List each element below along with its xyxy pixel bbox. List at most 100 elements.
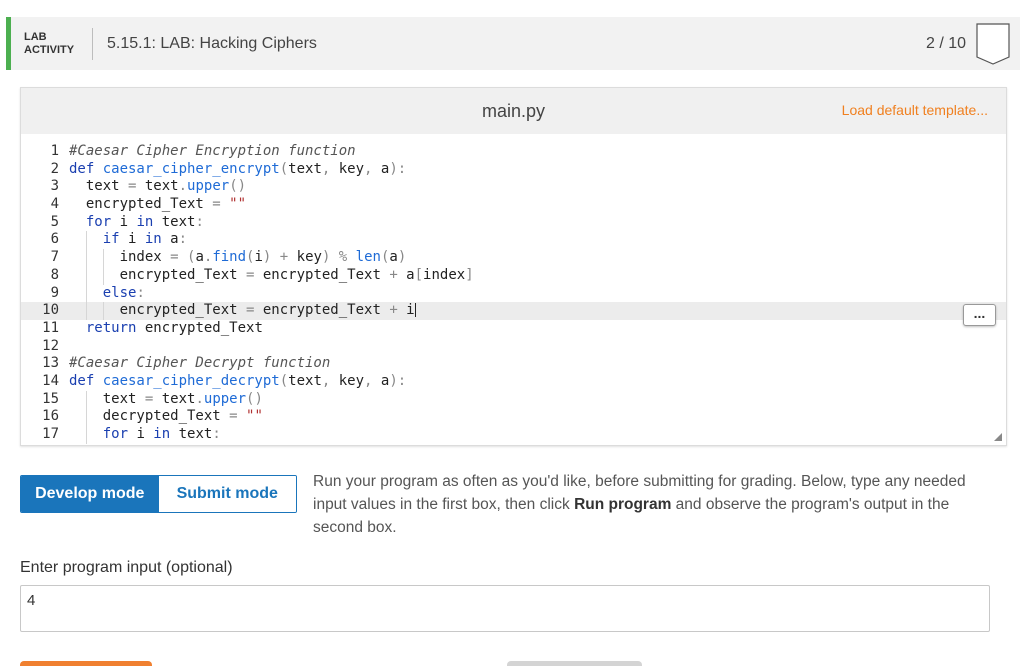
code-line[interactable]: 7 index = (a.find(i) + key) % len(a) (21, 249, 1006, 267)
code-token: for (85, 213, 120, 230)
indent-guide (85, 408, 87, 426)
indent-guide (85, 302, 87, 320)
code-token: return (85, 319, 145, 336)
code-token: . (195, 390, 204, 407)
lab-title: 5.15.1: LAB: Hacking Ciphers (107, 34, 317, 52)
code-text: for i in text: (103, 426, 221, 444)
code-token: in (153, 426, 179, 442)
code-text: def caesar_cipher_encrypt(text, key, a): (69, 161, 406, 179)
code-token: i (128, 231, 145, 248)
line-number: 8 (50, 266, 59, 283)
code-token: in (144, 231, 171, 248)
code-line[interactable]: 1 #Caesar Cipher Encryption function (21, 143, 1006, 161)
lab-score: 2 / 10 (925, 34, 966, 52)
code-token: ( (279, 372, 289, 389)
run-program-button[interactable] (20, 661, 152, 666)
code-line[interactable]: 2 def caesar_cipher_encrypt(text, key, a)… (21, 161, 1006, 179)
code-line[interactable]: 14 def caesar_cipher_decrypt(text, key, a… (21, 373, 1006, 391)
code-line[interactable]: 13 #Caesar Cipher Decrypt function (21, 355, 1006, 373)
indent-guide (85, 266, 87, 285)
code-token: , (364, 372, 381, 389)
code-token: a (406, 266, 415, 283)
indent-guide (85, 426, 87, 444)
mode-description: Run your program as often as you'd like,… (313, 470, 1003, 539)
code-token: : (178, 231, 188, 248)
code-line[interactable]: 9 else: (21, 284, 1006, 303)
code-token: upper (187, 178, 230, 195)
code-token: ) + (262, 249, 297, 266)
code-line[interactable]: 3 text = text.upper() (21, 178, 1006, 196)
code-text: encrypted_Text = encrypted_Text + a[inde… (120, 267, 474, 285)
lab-activity-tag: LAB ACTIVITY (11, 27, 93, 60)
indent-guide (102, 302, 104, 320)
code-token: a (195, 249, 204, 266)
code-token: else (102, 284, 137, 301)
submit-mode-button[interactable]: Submit mode (158, 476, 296, 512)
code-token: [ (414, 266, 424, 283)
code-token: + (389, 266, 407, 283)
line-number: 3 (50, 178, 59, 195)
code-token: def (69, 160, 103, 177)
line-number: 13 (42, 355, 59, 372)
code-token: ( (279, 160, 289, 177)
code-token: upper (203, 390, 247, 407)
indent-guide (85, 249, 87, 267)
load-default-template-link[interactable]: Load default template... (842, 102, 988, 118)
code-token: = ( (170, 249, 196, 266)
mode-toggle: Develop mode Submit mode (20, 475, 297, 513)
code-token: = (246, 266, 263, 283)
code-editor: main.py Load default template... 1 #Caesa… (20, 87, 1007, 446)
line-number: 11 (42, 319, 59, 336)
code-line[interactable]: 5 for i in text: (21, 214, 1006, 232)
code-token: i (119, 213, 137, 230)
code-token: . (178, 178, 188, 195)
code-area[interactable]: 1 #Caesar Cipher Encryption function 2 def … (21, 143, 1006, 445)
code-token: a (389, 249, 398, 266)
code-token: () (246, 390, 263, 407)
code-token: index (119, 249, 171, 266)
code-text: else: (103, 285, 145, 303)
code-token: text (178, 426, 213, 442)
code-text: text = text.upper() (103, 391, 263, 409)
code-token: encrypted_Text (85, 196, 213, 213)
code-line[interactable]: 12 (21, 338, 1006, 356)
code-token: in (136, 213, 162, 230)
develop-mode-button[interactable]: Develop mode (21, 476, 159, 512)
code-line[interactable]: 11 return encrypted_Text (21, 320, 1006, 338)
indent-guide (102, 266, 104, 285)
code-token: = (246, 302, 263, 319)
resize-handle-icon[interactable] (994, 433, 1002, 441)
code-line[interactable]: 8 encrypted_Text = encrypted_Text + a[ind… (21, 266, 1006, 285)
code-line[interactable]: 6 if i in a: (21, 231, 1006, 250)
code-token: () (229, 178, 247, 195)
code-line[interactable]: 17 for i in text: (21, 426, 1006, 444)
code-line[interactable]: 4 encrypted_Text = "" (21, 196, 1006, 214)
code-token: encrypted_Text (119, 302, 247, 319)
code-token: ) % (321, 249, 356, 266)
code-token: for (102, 426, 137, 442)
line-number: 6 (50, 231, 59, 248)
line-number: 1 (50, 143, 59, 159)
code-line[interactable]: 10 encrypted_Text = encrypted_Text + i (21, 302, 1006, 320)
code-token: caesar_cipher_decrypt (102, 372, 280, 389)
code-token: key (338, 160, 365, 177)
secondary-button[interactable] (507, 661, 642, 666)
code-token: : (212, 426, 221, 442)
code-text: encrypted_Text = encrypted_Text + i (120, 302, 416, 320)
indent-guide (85, 231, 87, 250)
code-token: encrypted_Text (144, 319, 263, 336)
code-token: ] (465, 266, 474, 283)
code-token: : (136, 284, 145, 301)
more-options-button[interactable]: ... (963, 304, 996, 326)
line-number: 15 (42, 390, 59, 407)
code-token: encrypted_Text (262, 266, 390, 283)
code-token: decrypted_Text (102, 408, 230, 425)
code-token: , (321, 372, 339, 389)
program-input-field[interactable] (20, 585, 990, 632)
indent-guide (85, 284, 87, 303)
code-token: ): (389, 372, 407, 389)
code-line[interactable]: 15 text = text.upper() (21, 390, 1006, 409)
filename: main.py (481, 100, 546, 121)
code-token: key (296, 249, 322, 266)
code-line[interactable]: 16 decrypted_Text = "" (21, 408, 1006, 426)
